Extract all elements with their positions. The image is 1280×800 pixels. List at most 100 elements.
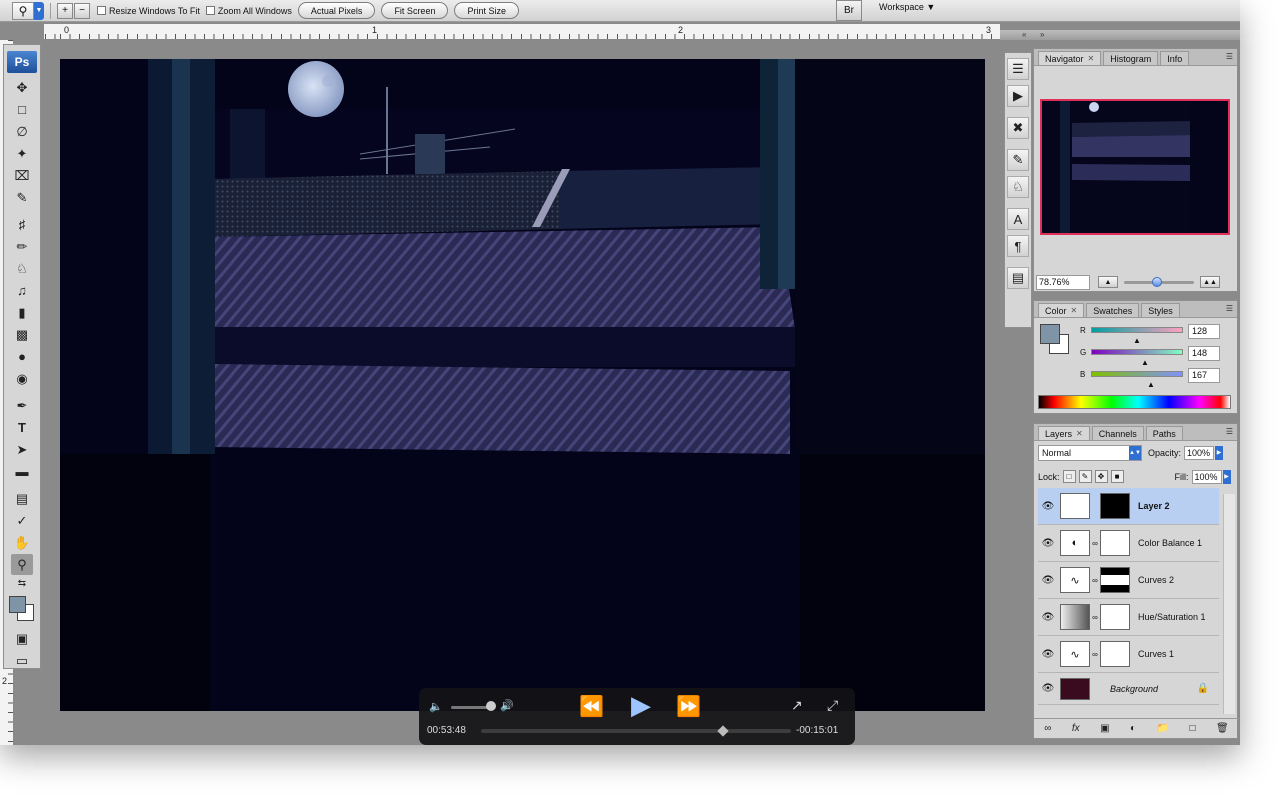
photoshop-logo[interactable]: Ps — [7, 51, 37, 73]
volume-down-icon[interactable]: 🔈 — [429, 700, 443, 713]
expand-icon[interactable]: » — [1040, 30, 1044, 39]
clone-stamp-tool-icon[interactable]: ♘ — [11, 258, 33, 279]
pen-tool-icon[interactable]: ✒ — [11, 395, 33, 416]
lock-position-icon[interactable]: ✥ — [1094, 470, 1108, 483]
gradient-tool-icon[interactable]: ▩ — [11, 324, 33, 345]
zoom-in-icon[interactable]: ▲▲ — [1200, 276, 1220, 288]
fullscreen-icon[interactable]: ⤢ — [827, 697, 838, 714]
video-scrubber[interactable] — [481, 729, 791, 733]
panel-menu-icon[interactable]: ☰ — [1226, 52, 1233, 61]
foreground-color-swatch[interactable] — [1040, 324, 1060, 344]
tab-channels[interactable]: Channels — [1091, 426, 1144, 440]
lock-pixels-icon[interactable]: ✎ — [1078, 470, 1092, 483]
navigator-preview[interactable] — [1040, 99, 1230, 235]
history-panel-icon[interactable]: ☰ — [1007, 58, 1029, 80]
link-chain-icon[interactable]: ∞ — [1091, 650, 1099, 659]
hand-tool-icon[interactable]: ✋ — [11, 532, 33, 553]
layers-scrollbar[interactable] — [1223, 494, 1235, 714]
new-layer-icon[interactable]: □ — [1189, 723, 1195, 734]
opacity-field[interactable]: 100% — [1184, 445, 1215, 460]
layer-row[interactable]: 👁 Background 🔒 — [1038, 673, 1219, 705]
panel-menu-icon[interactable]: ☰ — [1226, 304, 1233, 313]
character-panel-icon[interactable]: A — [1007, 208, 1029, 230]
zoom-icon[interactable]: ⚲ — [12, 1, 34, 20]
color-swatches[interactable] — [7, 594, 37, 624]
zoom-tool-icon[interactable]: ⚲ — [11, 554, 33, 575]
layer-row[interactable]: 👁 ∞ Hue/Saturation 1 — [1038, 599, 1219, 636]
add-mask-icon[interactable]: ▣ — [1100, 723, 1109, 734]
rewind-icon[interactable]: ⏪ — [579, 694, 604, 719]
collapse-icon[interactable]: « — [1022, 30, 1026, 39]
close-icon[interactable]: ✕ — [1076, 429, 1083, 438]
close-icon[interactable]: ✕ — [1088, 54, 1095, 63]
tab-layers[interactable]: Layers ✕ — [1038, 426, 1090, 440]
quick-mask-icon[interactable]: ▣ — [11, 628, 33, 649]
screen-mode-icon[interactable]: ▭ — [11, 650, 33, 671]
notes-tool-icon[interactable]: ▤ — [11, 488, 33, 509]
layer-row[interactable]: 👁 ∿ ∞ Curves 1 — [1038, 636, 1219, 673]
swap-colors-icon[interactable]: ⇆ — [11, 576, 33, 590]
tab-swatches[interactable]: Swatches — [1086, 303, 1140, 317]
history-brush-tool-icon[interactable]: ♫ — [11, 280, 33, 301]
red-slider[interactable] — [1091, 327, 1183, 333]
zoom-all-windows-checkbox[interactable]: Zoom All Windows — [205, 6, 292, 16]
panel-menu-icon[interactable]: ☰ — [1226, 427, 1233, 436]
resize-windows-checkbox[interactable]: Resize Windows To Fit — [97, 6, 200, 16]
visibility-eye-icon[interactable]: 👁 — [1038, 649, 1058, 660]
visibility-eye-icon[interactable]: 👁 — [1038, 501, 1058, 512]
marquee-tool-icon[interactable]: □ — [11, 99, 33, 120]
tab-paths[interactable]: Paths — [1145, 426, 1183, 440]
blur-tool-icon[interactable]: ● — [11, 346, 33, 367]
clone-source-icon[interactable]: ♘ — [1007, 176, 1029, 198]
tab-styles[interactable]: Styles — [1141, 303, 1180, 317]
eyedropper-tool-icon[interactable]: ✓ — [11, 510, 33, 531]
link-layers-icon[interactable]: ∞ — [1044, 723, 1051, 734]
healing-brush-tool-icon[interactable]: ♯ — [11, 214, 33, 235]
path-selection-tool-icon[interactable]: ➤ — [11, 439, 33, 460]
crop-tool-icon[interactable]: ⌧ — [11, 165, 33, 186]
document-canvas[interactable] — [60, 59, 985, 711]
blue-slider[interactable] — [1091, 371, 1183, 377]
panel-dock-header[interactable]: « » — [1000, 30, 1240, 40]
tool-preset-dropdown[interactable]: ▼ — [34, 1, 44, 20]
zoom-level-field[interactable]: 78.76% — [1036, 274, 1090, 290]
zoom-out-button[interactable]: − — [74, 2, 90, 19]
scrubber-playhead[interactable] — [717, 725, 729, 737]
green-slider-thumb[interactable]: ▲ — [1141, 358, 1149, 367]
visibility-eye-icon[interactable]: 👁 — [1038, 538, 1058, 549]
tab-info[interactable]: Info — [1160, 51, 1190, 65]
tab-color[interactable]: Color ✕ — [1038, 303, 1085, 317]
zoom-out-icon[interactable]: ▲ — [1098, 276, 1118, 288]
tool-presets-icon[interactable]: ✖ — [1007, 117, 1029, 139]
paragraph-panel-icon[interactable]: ¶ — [1007, 235, 1029, 257]
dodge-tool-icon[interactable]: ◉ — [11, 368, 33, 389]
bridge-icon[interactable]: Br — [836, 0, 862, 21]
blue-slider-thumb[interactable]: ▲ — [1147, 380, 1155, 389]
fast-forward-icon[interactable]: ⏩ — [676, 694, 701, 719]
brushes-panel-icon[interactable]: ✎ — [1007, 149, 1029, 171]
volume-slider[interactable] — [451, 706, 491, 709]
shape-tool-icon[interactable]: ▬ — [11, 461, 33, 482]
lasso-tool-icon[interactable]: ∅ — [11, 121, 33, 142]
green-slider[interactable] — [1091, 349, 1183, 355]
fill-field[interactable]: 100% — [1191, 469, 1222, 484]
zoom-slider[interactable] — [1124, 276, 1194, 287]
layer-comps-icon[interactable]: ▤ — [1007, 267, 1029, 289]
layer-style-icon[interactable]: fx — [1072, 723, 1080, 734]
red-value-field[interactable]: 128 — [1188, 324, 1220, 339]
type-tool-icon[interactable]: T — [11, 417, 33, 438]
link-chain-icon[interactable]: ∞ — [1091, 539, 1099, 548]
green-value-field[interactable]: 148 — [1188, 346, 1220, 361]
new-group-icon[interactable]: 📁 — [1157, 723, 1169, 734]
actual-pixels-button[interactable]: Actual Pixels — [297, 2, 376, 19]
blend-mode-select[interactable]: Normal ▲▼ — [1038, 444, 1142, 461]
workspace-menu[interactable]: Workspace ▼ — [879, 2, 935, 12]
tab-navigator[interactable]: Navigator ✕ — [1038, 51, 1102, 65]
print-size-button[interactable]: Print Size — [454, 2, 519, 19]
fill-arrow[interactable]: ▶ — [1222, 469, 1231, 484]
volume-up-icon[interactable]: 🔊 — [500, 699, 514, 712]
trash-icon[interactable]: 🗑 — [1216, 723, 1229, 734]
blue-value-field[interactable]: 167 — [1188, 368, 1220, 383]
layer-row[interactable]: 👁 Layer 2 — [1038, 488, 1219, 525]
visibility-eye-icon[interactable]: 👁 — [1038, 683, 1058, 694]
